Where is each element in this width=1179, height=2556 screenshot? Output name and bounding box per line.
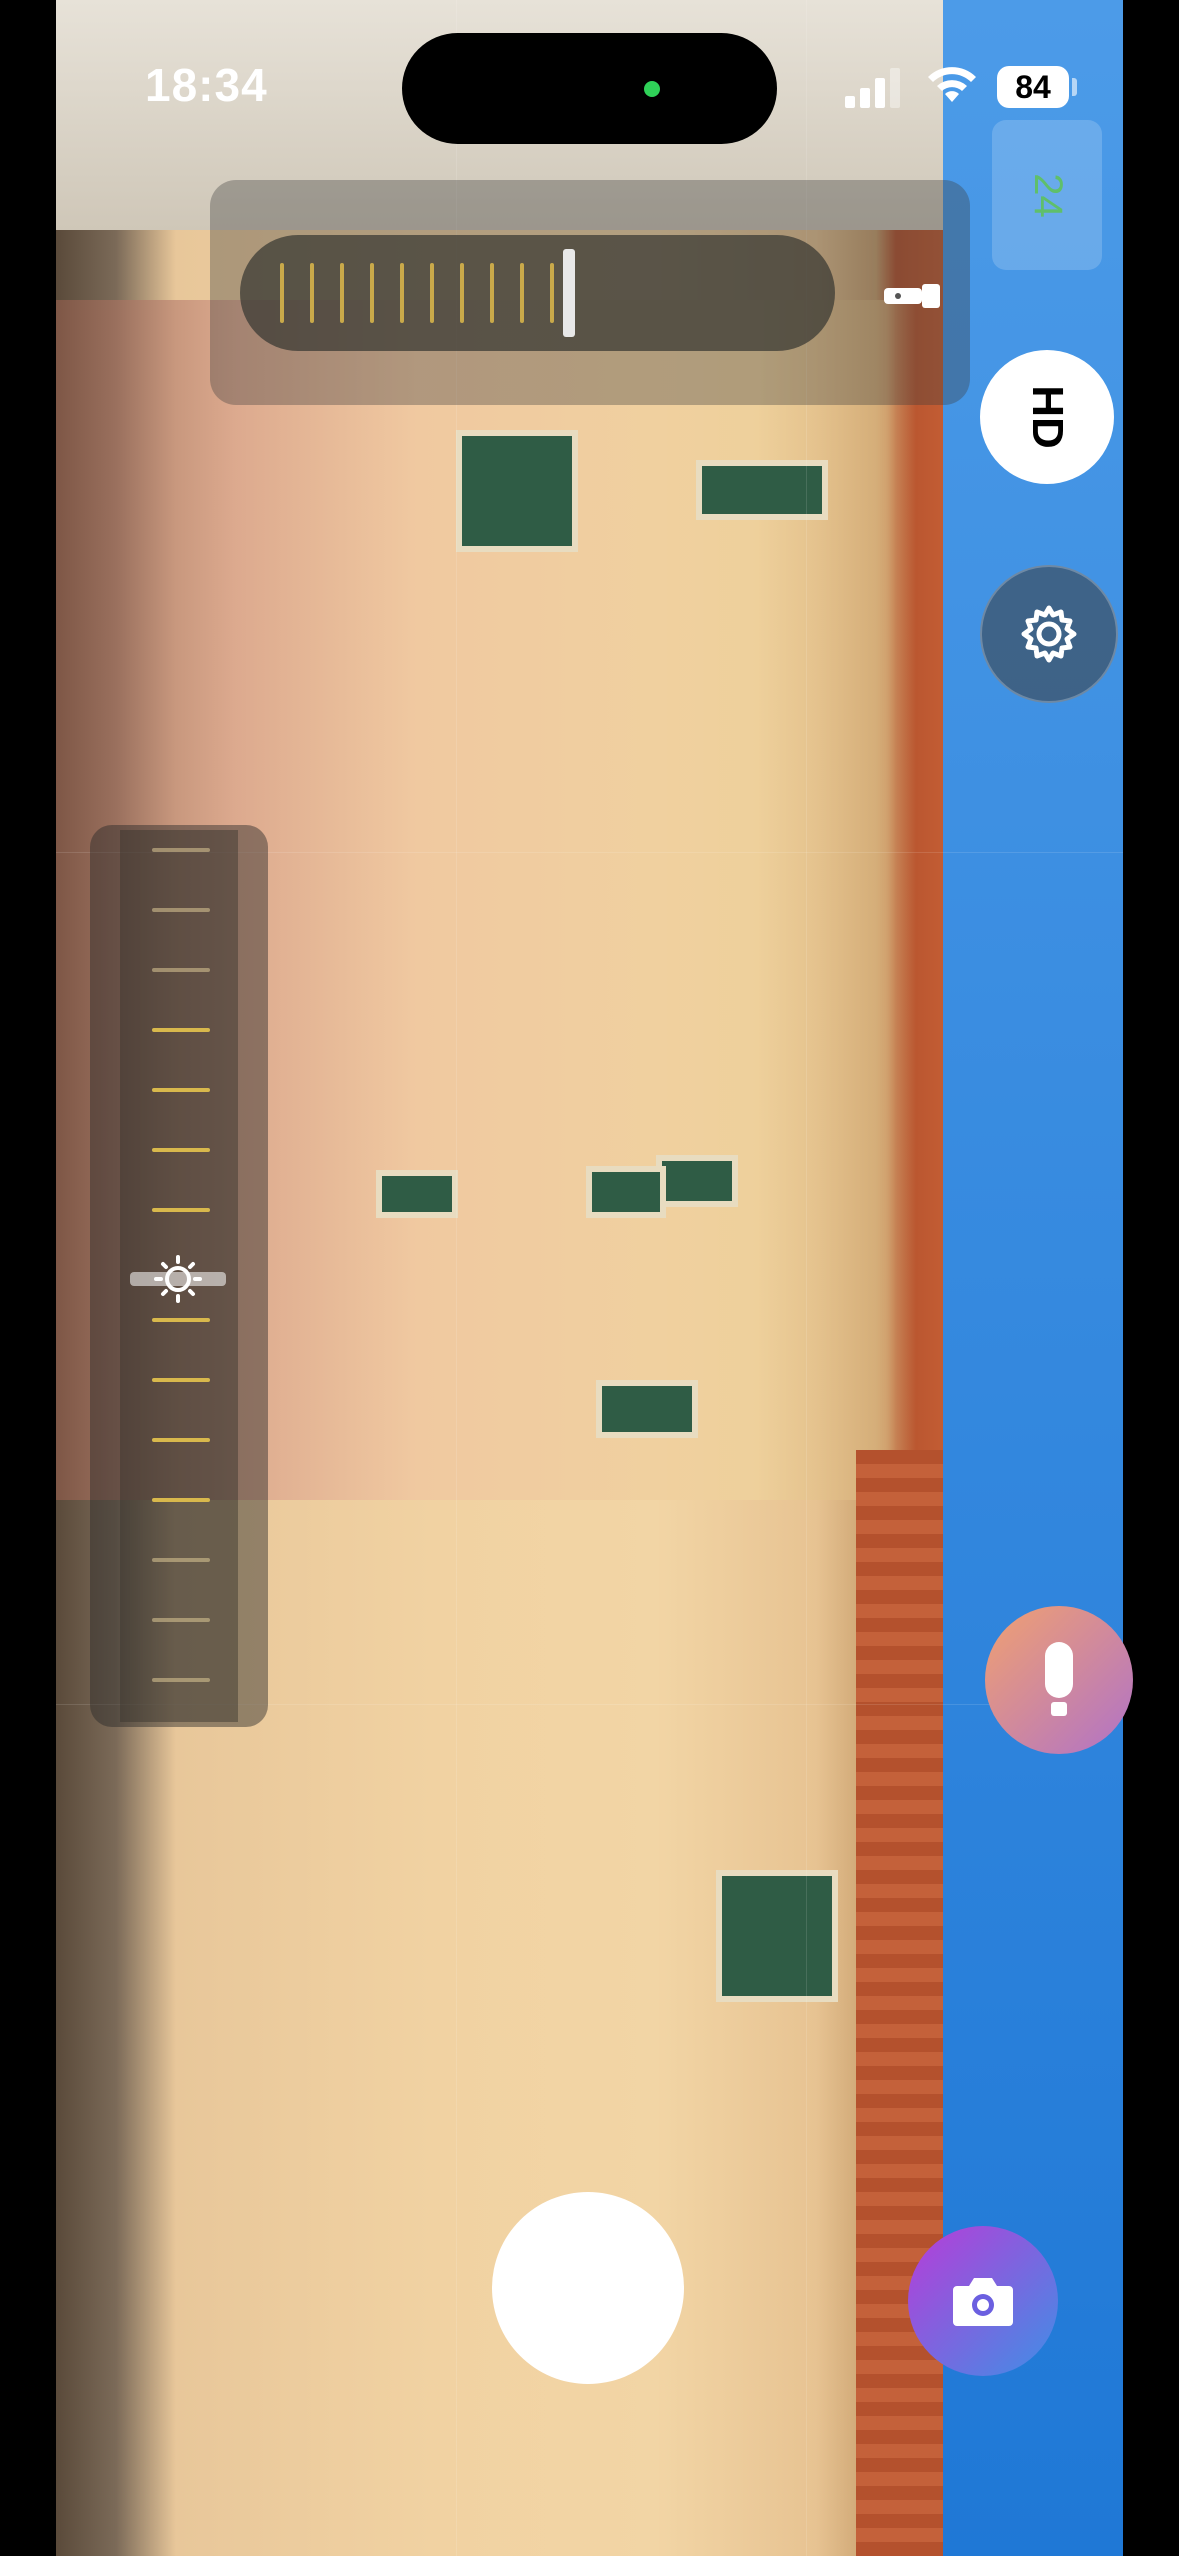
exposure-tick: [152, 908, 210, 912]
exposure-tick: [152, 1438, 210, 1442]
torch-icon[interactable]: [882, 282, 944, 310]
settings-button[interactable]: [980, 565, 1118, 703]
zoom-tick: [310, 263, 314, 323]
exposure-tick: [152, 968, 210, 972]
window: [456, 430, 578, 552]
frame-rate-value: 24: [1025, 172, 1070, 218]
exposure-tick: [152, 1208, 210, 1212]
zoom-tick: [370, 263, 374, 323]
exposure-tick: [152, 1558, 210, 1562]
camera-icon: [953, 2278, 1013, 2326]
window: [696, 460, 828, 520]
zoom-tick: [460, 263, 464, 323]
exposure-tick: [152, 1678, 210, 1682]
battery-level: 84: [997, 66, 1069, 108]
zoom-slider[interactable]: [240, 235, 835, 351]
window: [656, 1155, 738, 1207]
zoom-tick: [400, 263, 404, 323]
zoom-tick: [280, 263, 284, 323]
sun-icon[interactable]: [130, 1254, 226, 1304]
zoom-tick: [520, 263, 524, 323]
zoom-tick: [490, 263, 494, 323]
dynamic-island: [402, 33, 777, 144]
exposure-tick: [152, 1028, 210, 1032]
wifi-icon: [928, 67, 976, 102]
exposure-tick: [152, 1318, 210, 1322]
exposure-tick: [152, 1618, 210, 1622]
microphone-button[interactable]: [985, 1606, 1133, 1754]
window: [716, 1870, 838, 2002]
exposure-tick: [152, 1498, 210, 1502]
window: [586, 1166, 666, 1218]
exposure-tick: [152, 1148, 210, 1152]
hd-label: HD: [1023, 385, 1072, 449]
zoom-tick: [550, 263, 554, 323]
record-button[interactable]: [492, 2192, 684, 2384]
camera-in-use-indicator: [644, 81, 660, 97]
hd-button[interactable]: HD: [980, 350, 1114, 484]
signal-icon: [845, 68, 905, 108]
camera-button[interactable]: [908, 2226, 1058, 2376]
exposure-tick: [152, 1088, 210, 1092]
exposure-tick: [152, 848, 210, 852]
status-time: 18:34: [145, 59, 268, 111]
zoom-tick: [430, 263, 434, 323]
exposure-tick: [152, 1378, 210, 1382]
battery-tip: [1072, 78, 1077, 96]
window: [376, 1170, 458, 1218]
microphone-icon: [1045, 1642, 1073, 1716]
zoom-slider-thumb[interactable]: [563, 249, 576, 337]
window: [596, 1380, 698, 1438]
zoom-tick: [340, 263, 344, 323]
frame-rate-label[interactable]: 24: [992, 120, 1102, 270]
gear-icon: [1021, 605, 1077, 663]
